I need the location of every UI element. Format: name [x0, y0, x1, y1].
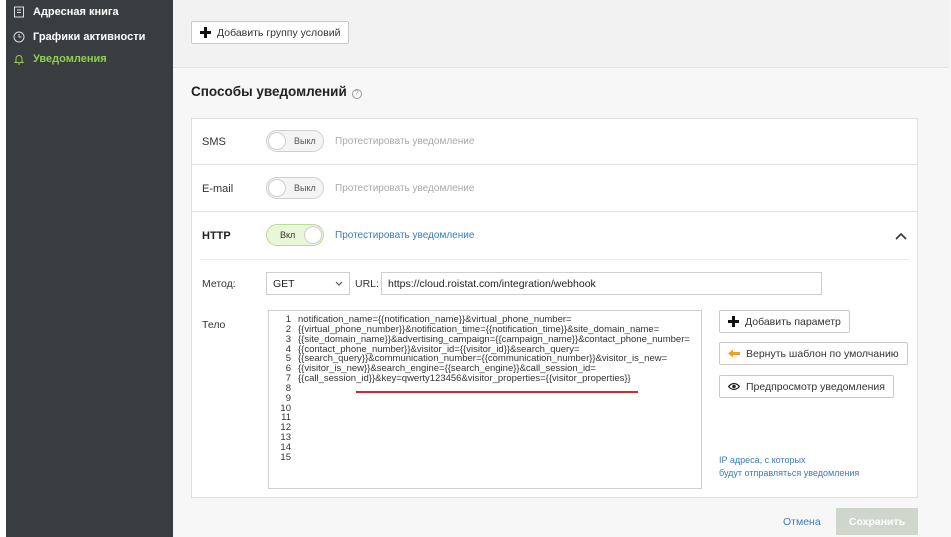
toggle-state: Выкл	[294, 136, 316, 146]
method-label: E-mail	[202, 183, 234, 195]
chevron-up-icon[interactable]	[895, 232, 907, 240]
sidebar-item-label: Адресная книга	[33, 6, 119, 18]
ip-note-line: будут отправляться уведомления	[719, 468, 860, 478]
sms-test-link[interactable]: Протестировать уведомление	[335, 136, 474, 147]
chevron-down-icon	[335, 281, 343, 286]
help-icon[interactable]: ?	[351, 89, 362, 99]
add-parameter-label: Добавить параметр	[745, 315, 841, 328]
add-parameter-button[interactable]: Добавить параметр	[719, 310, 850, 333]
method-row-email: E-mail Выкл Протестировать уведомление	[191, 164, 918, 212]
sidebar-item-notifications[interactable]: Уведомления	[6, 47, 173, 71]
toggle-knob	[268, 132, 286, 150]
page-title: Способы уведомлений?	[191, 84, 362, 99]
body-code: notification_name={{notification_name}}&…	[298, 314, 690, 385]
bell-icon	[13, 53, 25, 65]
url-input[interactable]: https://cloud.roistat.com/integration/we…	[381, 272, 822, 295]
ip-addresses-link[interactable]: IP адреса, с которых будут отправляться …	[719, 454, 859, 480]
toggle-state: Вкл	[280, 230, 296, 240]
http-toggle[interactable]: Вкл	[266, 224, 324, 246]
add-condition-group-label: Добавить группу условий	[217, 26, 341, 39]
sidebar-item-activity-charts[interactable]: Графики активности	[6, 25, 173, 49]
red-underline	[356, 391, 638, 393]
add-condition-group-button[interactable]: Добавить группу условий	[191, 21, 350, 44]
toggle-state: Выкл	[294, 183, 316, 193]
ip-note-line: IP адреса, с которых	[719, 455, 806, 465]
address-book-icon	[13, 6, 25, 18]
plus-icon	[200, 27, 211, 38]
sms-toggle[interactable]: Выкл	[266, 130, 324, 152]
preview-notification-label: Предпросмотр уведомления	[746, 380, 885, 393]
preview-notification-button[interactable]: Предпросмотр уведомления	[719, 375, 894, 398]
url-label: URL:	[355, 278, 379, 290]
method-row-http: HTTP Вкл Протестировать уведомление Мето…	[191, 211, 918, 498]
method-label: SMS	[202, 136, 226, 148]
arrow-left-icon	[728, 349, 740, 358]
sidebar-item-address-book[interactable]: Адресная книга	[6, 0, 173, 24]
reset-template-label: Вернуть шаблон по умолчанию	[746, 347, 899, 360]
toggle-knob	[268, 179, 286, 197]
method-label: HTTP	[202, 230, 231, 242]
email-toggle[interactable]: Выкл	[266, 177, 324, 199]
method-row-sms: SMS Выкл Протестировать уведомление	[191, 118, 918, 165]
cancel-button[interactable]: Отмена	[783, 516, 821, 528]
method-field-label: Метод:	[202, 278, 236, 290]
line-numbers: 1 2 3 4 5 6 7 8 9 10 11 12 13 14 15	[280, 314, 291, 463]
plus-icon	[728, 316, 739, 327]
eye-icon	[728, 382, 740, 391]
body-code-editor[interactable]: 1 2 3 4 5 6 7 8 9 10 11 12 13 14 15 noti…	[268, 310, 702, 489]
http-method-select[interactable]: GET	[266, 272, 350, 295]
url-value: https://cloud.roistat.com/integration/we…	[388, 277, 596, 290]
divider	[200, 259, 909, 260]
sidebar-item-label: Уведомления	[33, 53, 107, 65]
http-method-value: GET	[273, 277, 295, 290]
sidebar-item-label: Графики активности	[33, 31, 146, 43]
toggle-knob	[304, 226, 322, 244]
sidebar: Адресная книга Графики активности Уведом…	[6, 0, 173, 537]
save-button[interactable]: Сохранить	[836, 508, 918, 535]
clock-icon	[13, 31, 25, 43]
reset-template-button[interactable]: Вернуть шаблон по умолчанию	[719, 342, 908, 365]
email-test-link[interactable]: Протестировать уведомление	[335, 183, 474, 194]
http-test-link[interactable]: Протестировать уведомление	[335, 230, 474, 241]
body-label: Тело	[202, 319, 226, 331]
